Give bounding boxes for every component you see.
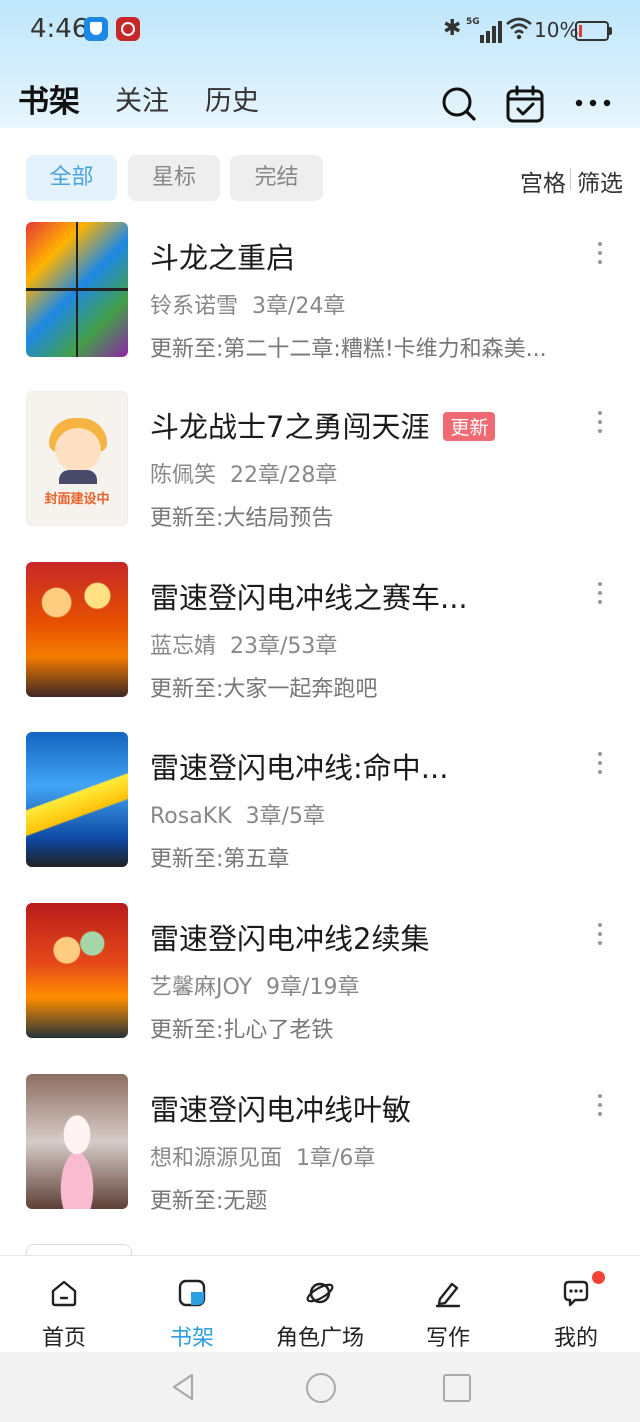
home-button-icon[interactable] <box>306 1373 336 1403</box>
filter-chip-all[interactable]: 全部 <box>26 155 117 201</box>
book-cover[interactable] <box>26 1074 128 1209</box>
book-title: 雷速登闪电冲线:命中... <box>150 751 449 785</box>
tab-history[interactable]: 历史 <box>205 79 259 118</box>
book-menu-icon[interactable] <box>594 1094 606 1122</box>
home-icon <box>51 1280 77 1307</box>
update-badge: 更新 <box>443 411 496 441</box>
book-item[interactable]: 雷速登闪电冲线2续集 艺馨麻JOY 9章/19章 更新至:扎心了老铁 <box>0 903 640 1053</box>
battery-percent: 10% <box>534 18 579 42</box>
grid-view-toggle[interactable]: 宫格 <box>520 164 566 198</box>
planet-icon <box>306 1282 334 1304</box>
pen-icon <box>435 1282 461 1308</box>
bottom-nav: 首页 书架 角色广场 写作 我的 <box>0 1255 640 1353</box>
book-menu-icon[interactable] <box>594 923 606 951</box>
battery-icon <box>575 21 612 41</box>
nav-bookshelf[interactable]: 书架 <box>128 1256 256 1353</box>
tab-bookshelf[interactable]: 书架 <box>18 76 80 121</box>
status-time: 4:46 <box>30 14 89 44</box>
filter-chip-starred[interactable]: 星标 <box>128 155 220 201</box>
book-cover[interactable] <box>26 222 128 357</box>
filter-button[interactable]: 筛选 <box>577 164 623 198</box>
book-title: 斗龙之重启 <box>150 241 296 275</box>
shield-app-icon <box>84 17 108 41</box>
book-item[interactable]: 雷速登闪电冲线之赛车... 蓝忘婧 23章/53章 更新至:大家一起奔跑吧 <box>0 562 640 712</box>
nav-label: 书架 <box>169 1326 214 1351</box>
book-item[interactable]: 封面建设中 斗龙战士7之勇闯天涯 更新 陈佩笑 22章/28章 更新至:大结局预告 <box>0 391 640 541</box>
book-menu-icon[interactable] <box>594 242 606 270</box>
book-cover[interactable] <box>26 732 128 867</box>
book-progress: 3章/5章 <box>245 804 325 829</box>
divider <box>570 168 571 190</box>
book-title: 雷速登闪电冲线之赛车... <box>150 581 468 615</box>
nav-label: 我的 <box>553 1326 598 1351</box>
book-cover[interactable] <box>26 903 128 1038</box>
book-meta: RosaKK 3章/5章 <box>150 798 325 830</box>
book-author: RosaKK <box>150 804 232 829</box>
search-icon[interactable] <box>441 86 477 122</box>
book-update: 更新至:第二十二章:糟糕!卡维力和森美... <box>150 337 547 362</box>
book-author: 陈佩笑 <box>150 463 217 488</box>
book-update: 更新至:大结局预告 <box>150 506 334 531</box>
book-update: 更新至:扎心了老铁 <box>150 1018 334 1043</box>
book-cover[interactable] <box>26 562 128 697</box>
nav-home[interactable]: 首页 <box>0 1256 128 1353</box>
book-progress: 22章/28章 <box>230 463 338 488</box>
calendar-check-icon[interactable] <box>505 84 545 124</box>
nav-me[interactable]: 我的 <box>512 1256 640 1353</box>
notification-app-icon <box>116 17 140 41</box>
tab-following[interactable]: 关注 <box>115 79 169 118</box>
nav-label: 角色广场 <box>275 1326 364 1351</box>
book-item[interactable]: 斗龙之重启 铃系诺雪 3章/24章 更新至:第二十二章:糟糕!卡维力和森美... <box>0 222 640 372</box>
book-meta: 陈佩笑 22章/28章 <box>150 457 337 489</box>
back-icon[interactable] <box>170 1372 196 1402</box>
book-menu-icon[interactable] <box>594 752 606 780</box>
notification-dot <box>592 1271 605 1284</box>
status-bar: 4:46 ✱ 5G 10% <box>0 0 640 60</box>
book-update: 更新至:无题 <box>150 1189 268 1214</box>
book-cover-placeholder[interactable]: 封面建设中 <box>26 391 128 526</box>
book-author: 艺馨麻JOY <box>150 975 253 1000</box>
wifi-icon <box>506 17 532 40</box>
network-type: 5G <box>466 17 480 27</box>
filter-chip-completed[interactable]: 完结 <box>230 155 323 201</box>
more-icon[interactable] <box>575 96 611 110</box>
nav-character-plaza[interactable]: 角色广场 <box>256 1256 384 1353</box>
nav-write[interactable]: 写作 <box>384 1256 512 1353</box>
book-menu-icon[interactable] <box>594 582 606 610</box>
chat-icon <box>563 1280 589 1307</box>
book-author: 铃系诺雪 <box>150 294 239 319</box>
book-author: 蓝忘婧 <box>150 634 217 659</box>
book-title: 雷速登闪电冲线叶敏 <box>150 1093 412 1127</box>
book-author: 想和源源见面 <box>150 1146 283 1171</box>
book-meta: 艺馨麻JOY 9章/19章 <box>150 969 359 1001</box>
book-meta: 蓝忘婧 23章/53章 <box>150 628 337 660</box>
cover-placeholder-label: 封面建设中 <box>44 492 110 507</box>
book-meta: 想和源源见面 1章/6章 <box>150 1140 375 1172</box>
nav-label: 写作 <box>425 1326 470 1351</box>
book-update: 更新至:大家一起奔跑吧 <box>150 677 378 702</box>
book-item[interactable]: 雷速登闪电冲线:命中... RosaKK 3章/5章 更新至:第五章 <box>0 732 640 882</box>
recents-icon[interactable] <box>443 1374 471 1402</box>
bookshelf-icon <box>178 1279 206 1307</box>
cellular-signal-icon: 5G <box>466 17 502 43</box>
book-meta: 铃系诺雪 3章/24章 <box>150 288 345 320</box>
book-progress: 3章/24章 <box>252 294 346 319</box>
book-item[interactable]: 雷速登闪电冲线叶敏 想和源源见面 1章/6章 更新至:无题 <box>0 1074 640 1224</box>
book-progress: 23章/53章 <box>230 634 338 659</box>
book-menu-icon[interactable] <box>594 411 606 439</box>
book-progress: 1章/6章 <box>296 1146 376 1171</box>
book-title: 雷速登闪电冲线2续集 <box>150 922 430 956</box>
book-progress: 9章/19章 <box>266 975 360 1000</box>
bluetooth-icon: ✱ <box>443 16 462 41</box>
book-title: 斗龙战士7之勇闯天涯 更新 <box>150 404 496 446</box>
nav-label: 首页 <box>41 1326 86 1351</box>
book-update: 更新至:第五章 <box>150 847 290 872</box>
